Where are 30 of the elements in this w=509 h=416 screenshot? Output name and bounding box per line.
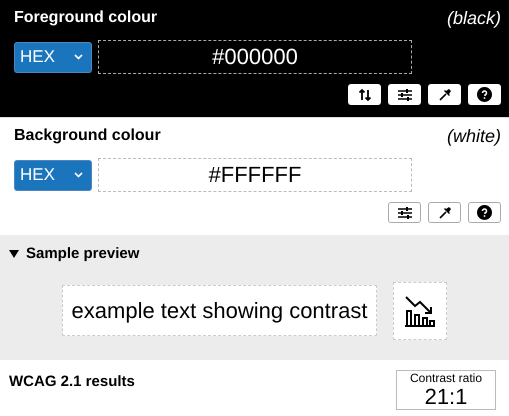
help-button[interactable] [468,202,501,223]
colour-value-field[interactable]: #FFFFFF [98,158,412,192]
help-icon [477,205,492,220]
format-select[interactable]: HEX [14,42,92,72]
sliders-icon [396,88,412,102]
contrast-ratio-label: Contrast ratio [410,370,482,384]
format-select[interactable]: HEX [14,160,92,190]
eyedropper-icon [438,88,452,102]
chevron-down-icon [74,54,83,60]
eyedropper-button[interactable] [428,202,461,223]
eyedropper-button[interactable] [428,84,461,105]
contrast-ratio-value: 21:1 [424,384,468,408]
preview-toggle[interactable]: Sample preview [9,243,140,266]
swap-arrows-icon [358,88,372,102]
help-button[interactable] [468,84,501,105]
chevron-down-icon [74,172,83,178]
colour-value-field[interactable]: #000000 [98,40,412,74]
panel-title: Background colour [14,126,161,146]
eyedropper-icon [438,206,452,220]
adjust-button[interactable] [388,202,421,223]
colour-name: (black) [446,6,501,30]
help-icon [477,87,492,102]
bar-chart-trend-icon [403,294,438,326]
adjust-button[interactable] [388,84,421,105]
colour-name: (white) [446,124,501,148]
swap-button[interactable] [348,84,381,105]
sliders-icon [396,206,412,220]
results-title: WCAG 2.1 results [9,372,135,392]
panel-title: Foreground colour [14,8,158,28]
sample-text: example text showing contrast [62,285,378,336]
